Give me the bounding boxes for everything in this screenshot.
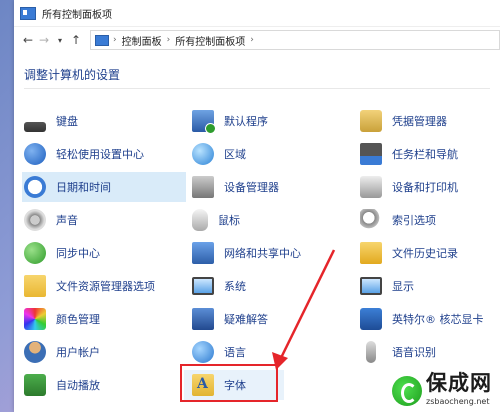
item-credential-manager[interactable]: 凭据管理器 [360, 106, 447, 136]
title-bar: 所有控制面板项 [14, 0, 500, 27]
microphone-icon [366, 341, 376, 363]
clock-calendar-icon [24, 176, 46, 198]
item-label: 键盘 [56, 115, 78, 128]
watermark: 保成网 zsbaocheng.net [392, 367, 492, 406]
autoplay-icon [24, 374, 46, 396]
item-troubleshooting[interactable]: 疑难解答 [192, 304, 268, 334]
item-label: 英特尔® 核芯显卡 [392, 313, 484, 326]
annotation-highlight-box [180, 364, 278, 402]
breadcrumb-separator: › [166, 35, 171, 45]
item-label: 轻松使用设置中心 [56, 148, 144, 161]
item-autoplay[interactable]: 自动播放 [24, 370, 100, 400]
language-icon [192, 341, 214, 363]
item-label: 疑难解答 [224, 313, 268, 326]
item-sync-center[interactable]: 同步中心 [24, 238, 100, 268]
item-sound[interactable]: 声音 [24, 205, 78, 235]
item-label: 日期和时间 [56, 181, 111, 194]
item-label: 区域 [224, 148, 246, 161]
chevron-down-icon[interactable]: ▾ [52, 36, 68, 45]
item-label: 默认程序 [224, 115, 268, 128]
item-label: 网络和共享中心 [224, 247, 301, 260]
item-speech-recognition[interactable]: 语音识别 [360, 337, 436, 367]
item-devices-printers[interactable]: 设备和打印机 [360, 172, 458, 202]
region-globe-icon [192, 143, 214, 165]
address-bar[interactable]: › 控制面板 › 所有控制面板项 › [90, 30, 500, 50]
item-label: 文件资源管理器选项 [56, 280, 155, 293]
keyboard-icon [24, 122, 46, 132]
file-history-icon [360, 242, 382, 264]
divider [24, 88, 490, 89]
item-label: 自动播放 [56, 379, 100, 392]
ease-of-access-icon [24, 143, 46, 165]
network-icon [192, 242, 214, 264]
control-panel-icon [95, 34, 109, 46]
device-manager-icon [192, 176, 214, 198]
item-region[interactable]: 区域 [192, 139, 246, 169]
item-system[interactable]: 系统 [192, 271, 246, 301]
navigation-bar: ← → ▾ ↑ › 控制面板 › 所有控制面板项 › [14, 27, 500, 53]
item-intel-graphics[interactable]: 英特尔® 核芯显卡 [360, 304, 484, 334]
control-panel-icon [20, 6, 36, 20]
item-explorer-options[interactable]: 文件资源管理器选项 [24, 271, 155, 301]
item-device-manager[interactable]: 设备管理器 [192, 172, 279, 202]
item-label: 文件历史记录 [392, 247, 458, 260]
arrow-right-icon[interactable]: → [36, 33, 52, 47]
item-date-time[interactable]: 日期和时间 [22, 172, 186, 202]
display-monitor-icon [360, 277, 382, 295]
item-display[interactable]: 显示 [360, 271, 414, 301]
item-indexing[interactable]: 索引选项 [360, 205, 436, 235]
item-label: 语言 [224, 346, 246, 359]
watermark-sub: zsbaocheng.net [426, 397, 490, 406]
credential-manager-icon [360, 110, 382, 132]
item-color-management[interactable]: 颜色管理 [24, 304, 100, 334]
mouse-icon [192, 209, 208, 231]
arrow-left-icon[interactable]: ← [20, 33, 36, 47]
item-label: 凭据管理器 [392, 115, 447, 128]
item-user-accounts[interactable]: 用户帐户 [24, 337, 100, 367]
intel-graphics-icon [360, 308, 382, 330]
breadcrumb-separator: › [113, 35, 117, 45]
system-monitor-icon [192, 277, 214, 295]
item-label: 声音 [56, 214, 78, 227]
sync-icon [24, 242, 46, 264]
item-label: 索引选项 [392, 214, 436, 227]
taskbar-icon [360, 143, 382, 165]
troubleshooting-icon [192, 308, 214, 330]
item-keyboard[interactable]: 键盘 [24, 106, 78, 136]
printer-icon [360, 176, 382, 198]
page-heading: 调整计算机的设置 [24, 68, 121, 82]
control-panel-window: 所有控制面板项 ← → ▾ ↑ › 控制面板 › 所有控制面板项 › 调整计算机… [14, 0, 500, 412]
breadcrumb-control-panel[interactable]: 控制面板 [122, 33, 162, 48]
item-label: 颜色管理 [56, 313, 100, 326]
item-network[interactable]: 网络和共享中心 [192, 238, 301, 268]
item-label: 设备和打印机 [392, 181, 458, 194]
item-label: 任务栏和导航 [392, 148, 458, 161]
user-accounts-icon [24, 341, 46, 363]
item-taskbar[interactable]: 任务栏和导航 [360, 139, 458, 169]
item-label: 显示 [392, 280, 414, 293]
arrow-up-icon[interactable]: ↑ [68, 33, 84, 47]
breadcrumb-separator: › [250, 35, 254, 45]
item-language[interactable]: 语言 [192, 337, 246, 367]
item-ease-of-access[interactable]: 轻松使用设置中心 [24, 139, 144, 169]
item-label: 同步中心 [56, 247, 100, 260]
item-label: 语音识别 [392, 346, 436, 359]
watermark-text: 保成网 zsbaocheng.net [426, 367, 492, 406]
watermark-main: 保成网 [426, 371, 492, 395]
watermark-logo-icon [392, 376, 422, 406]
magnifier-icon [360, 209, 382, 231]
folder-options-icon [24, 275, 46, 297]
item-default-programs[interactable]: 默认程序 [192, 106, 268, 136]
breadcrumb-all-items[interactable]: 所有控制面板项 [175, 33, 245, 48]
item-file-history[interactable]: 文件历史记录 [360, 238, 458, 268]
item-mouse[interactable]: 鼠标 [192, 205, 240, 235]
color-management-icon [24, 308, 46, 330]
default-programs-icon [192, 110, 216, 134]
item-label: 用户帐户 [56, 346, 100, 359]
item-label: 鼠标 [218, 214, 240, 227]
item-label: 设备管理器 [224, 181, 279, 194]
item-label: 系统 [224, 280, 246, 293]
window-title: 所有控制面板项 [42, 9, 112, 21]
speaker-icon [24, 209, 46, 231]
